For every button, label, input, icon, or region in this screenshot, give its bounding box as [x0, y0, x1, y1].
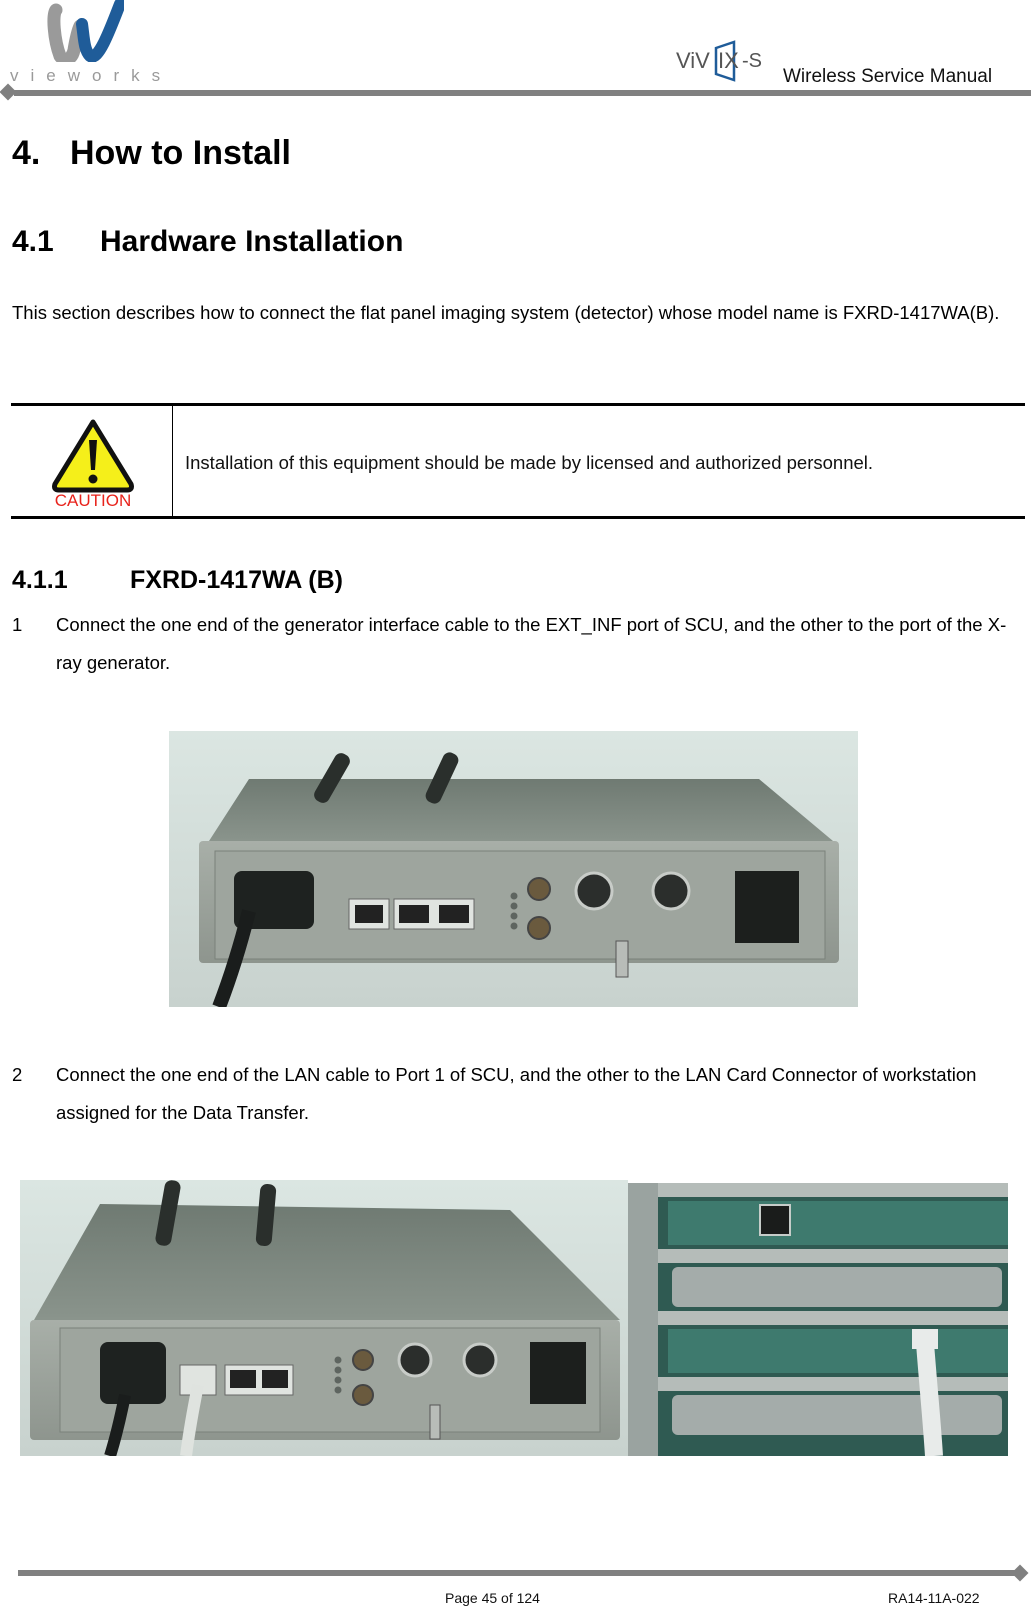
vieworks-logo-text: vieworks: [10, 66, 173, 85]
chapter-title: How to Install: [70, 134, 291, 172]
svg-text:ViV: ViV: [676, 48, 710, 73]
subsection-title: FXRD-1417WA (B): [130, 566, 343, 594]
vieworks-logo-mark-icon: [47, 0, 124, 62]
caution-text: Installation of this equipment should be…: [185, 452, 874, 473]
section-number: 4.1: [12, 225, 54, 258]
svg-text:IX: IX: [718, 48, 739, 73]
intro-paragraph: This section describes how to connect th…: [12, 302, 1000, 323]
page-number: Page 45 of 124: [445, 1590, 540, 1606]
section-title: Hardware Installation: [100, 225, 404, 258]
step-item: 1 Connect the one end of the generator i…: [12, 606, 1022, 686]
workstation-lan-photo: [628, 1183, 1008, 1456]
vivix-s-logo-icon: ViV IX -S: [676, 40, 762, 82]
scu-lan-photo: [20, 1180, 628, 1456]
svg-text:-S: -S: [742, 50, 762, 72]
step-text: Connect the one end of the generator int…: [56, 614, 1007, 673]
document-id: RA14-11A-022: [888, 1590, 980, 1606]
caution-divider: [172, 406, 173, 516]
step-item: 2 Connect the one end of the LAN cable t…: [12, 1056, 1022, 1136]
footer-rule: [18, 1570, 1020, 1576]
step-number: 1: [12, 614, 23, 635]
step-number: 2: [12, 1064, 23, 1085]
manual-title: Wireless Service Manual: [783, 66, 993, 87]
subsection-number: 4.1.1: [12, 566, 68, 594]
header-rule: [14, 90, 1031, 96]
chapter-heading: 4. How to Install: [12, 134, 291, 173]
subsection-heading: 4.1.1 FXRD-1417WA (B): [12, 566, 343, 595]
caution-label: CAUTION: [55, 491, 132, 508]
section-heading: 4.1 Hardware Installation: [12, 225, 403, 259]
footer-rule-diamond: [1011, 1564, 1029, 1582]
chapter-number: 4.: [12, 134, 41, 172]
scu-rear-photo: [169, 731, 858, 1007]
caution-warning-icon: CAUTION: [52, 419, 134, 508]
step-text: Connect the one end of the LAN cable to …: [56, 1064, 977, 1123]
